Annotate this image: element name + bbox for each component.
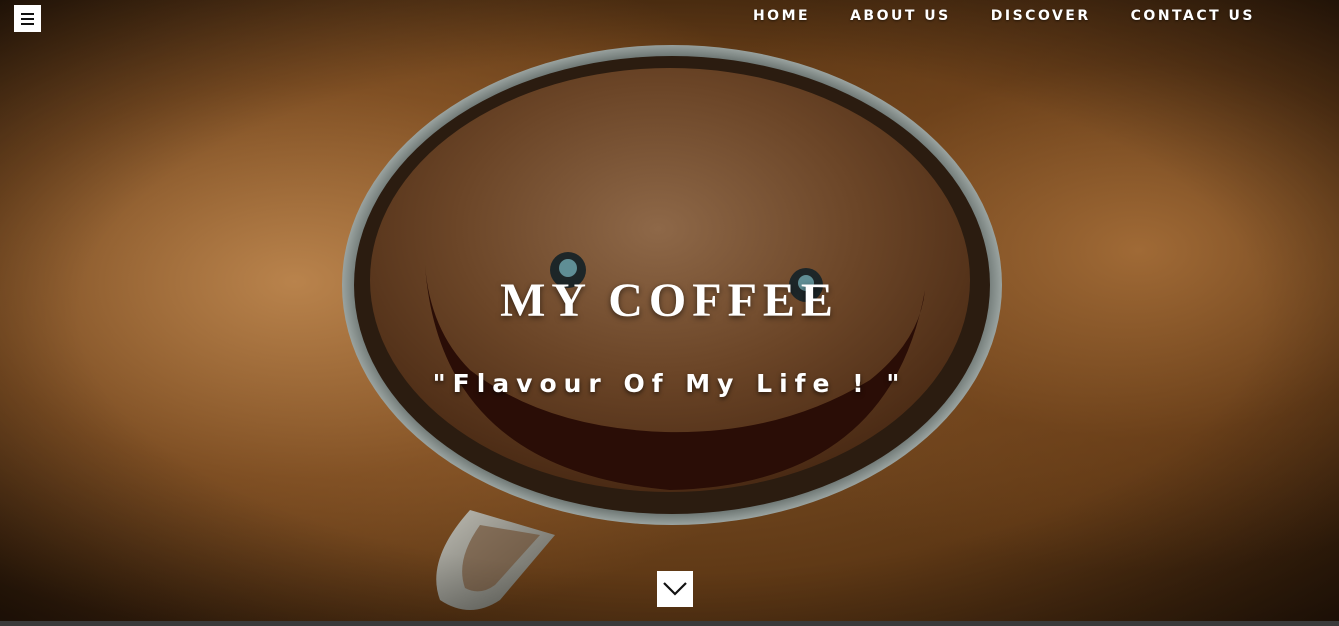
scroll-down-button[interactable] <box>657 571 693 607</box>
chevron-down-icon <box>663 582 687 596</box>
bottom-divider <box>0 621 1339 626</box>
hero-tagline: "Flavour Of My Life ! " <box>432 369 907 398</box>
coffee-cup-image <box>342 45 1002 610</box>
nav-discover-link[interactable]: DISCOVER <box>991 6 1091 26</box>
nav-contact-us-link[interactable]: CONTACT US <box>1131 6 1255 26</box>
nav-about-us-link[interactable]: ABOUT US <box>850 6 951 26</box>
main-nav: HOME ABOUT US DISCOVER CONTACT US <box>713 6 1255 26</box>
hero-title: MY COFFEE <box>500 274 839 327</box>
hero-section: HOME ABOUT US DISCOVER CONTACT US MY COF… <box>0 0 1339 626</box>
menu-toggle-button[interactable] <box>14 5 41 32</box>
nav-home-link[interactable]: HOME <box>753 6 810 26</box>
hamburger-icon <box>21 12 34 25</box>
